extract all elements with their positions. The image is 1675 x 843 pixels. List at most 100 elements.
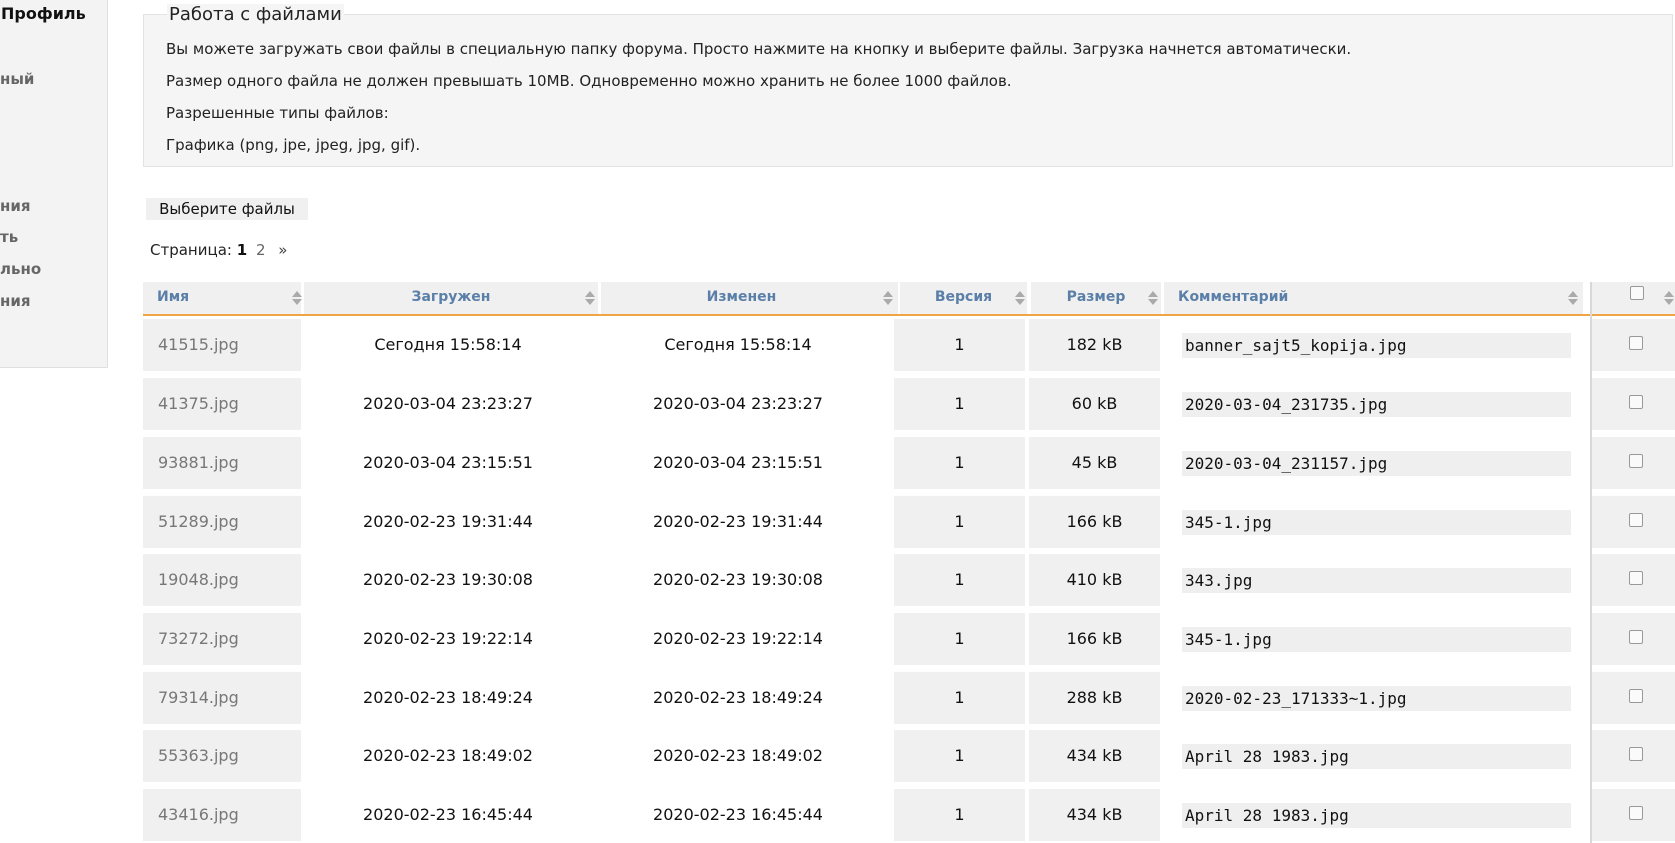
file-name[interactable]: 41375.jpg <box>143 378 301 430</box>
sort-icon <box>1148 291 1158 305</box>
uploaded-date: 2020-03-04 23:23:27 <box>304 378 592 430</box>
table-row: 41515.jpg Сегодня 15:58:14 Сегодня 15:58… <box>143 317 1675 373</box>
file-version: 1 <box>894 437 1025 489</box>
sidebar-item[interactable]: ный <box>0 70 34 88</box>
file-name[interactable]: 79314.jpg <box>143 672 301 724</box>
file-size: 410 kB <box>1029 554 1160 606</box>
modified-date: 2020-02-23 18:49:02 <box>592 730 884 782</box>
modified-date: 2020-02-23 16:45:44 <box>592 789 884 841</box>
current-page: 1 <box>236 241 248 259</box>
file-size: 182 kB <box>1029 319 1160 371</box>
file-name[interactable]: 19048.jpg <box>143 554 301 606</box>
column-header-version[interactable]: Версия <box>900 282 1027 314</box>
next-page-link[interactable]: » <box>278 241 287 259</box>
column-label: Загружен <box>411 289 491 305</box>
column-label: Размер <box>1066 289 1126 305</box>
row-checkbox[interactable] <box>1629 395 1643 409</box>
row-checkbox[interactable] <box>1629 806 1643 820</box>
file-name[interactable]: 51289.jpg <box>143 496 301 548</box>
table-row: 19048.jpg 2020-02-23 19:30:08 2020-02-23… <box>143 552 1675 608</box>
sort-icon <box>1568 291 1578 305</box>
pagination-label: Страница: <box>150 241 232 259</box>
uploaded-date: 2020-02-23 19:31:44 <box>304 496 592 548</box>
sidebar-item[interactable]: ния <box>0 292 31 310</box>
file-size: 45 kB <box>1029 437 1160 489</box>
uploaded-date: 2020-02-23 18:49:24 <box>304 672 592 724</box>
select-cell <box>1591 554 1675 606</box>
select-cell <box>1591 789 1675 841</box>
table-row: 79314.jpg 2020-02-23 18:49:24 2020-02-23… <box>143 670 1675 726</box>
sort-icon <box>1015 291 1025 305</box>
comment-field[interactable]: banner_sajt5_kopija.jpg <box>1182 333 1571 358</box>
select-cell <box>1591 613 1675 665</box>
table-row: 73272.jpg 2020-02-23 19:22:14 2020-02-23… <box>143 611 1675 667</box>
file-name[interactable]: 41515.jpg <box>143 319 301 371</box>
comment-cell: 345-1.jpg <box>1163 613 1573 665</box>
file-name[interactable]: 93881.jpg <box>143 437 301 489</box>
sort-icon <box>883 291 893 305</box>
column-header-comment[interactable]: Комментарий <box>1164 282 1583 314</box>
comment-field[interactable]: 2020-03-04_231157.jpg <box>1182 451 1571 476</box>
select-cell <box>1591 672 1675 724</box>
sidebar-item[interactable]: ния <box>0 197 31 215</box>
column-label: Версия <box>934 289 993 305</box>
select-cell <box>1591 730 1675 782</box>
select-cell <box>1591 437 1675 489</box>
row-checkbox[interactable] <box>1629 747 1643 761</box>
select-cell <box>1591 378 1675 430</box>
info-text: Размер одного файла не должен превышать … <box>166 72 1012 90</box>
uploaded-date: 2020-02-23 19:30:08 <box>304 554 592 606</box>
row-checkbox[interactable] <box>1629 454 1643 468</box>
column-label: Изменен <box>706 289 777 305</box>
row-checkbox[interactable] <box>1629 513 1643 527</box>
comment-field[interactable]: 2020-03-04_231735.jpg <box>1182 392 1571 417</box>
comment-cell: 2020-03-04_231157.jpg <box>1163 437 1573 489</box>
modified-date: 2020-02-23 19:30:08 <box>592 554 884 606</box>
choose-files-button[interactable]: Выберите файлы <box>146 198 308 220</box>
file-version: 1 <box>894 730 1025 782</box>
page-link[interactable]: 2 <box>256 241 266 259</box>
comment-field[interactable]: 2020-02-23_171333~1.jpg <box>1182 686 1571 711</box>
select-all-checkbox[interactable] <box>1630 286 1644 300</box>
modified-date: 2020-02-23 19:22:14 <box>592 613 884 665</box>
table-row: 41375.jpg 2020-03-04 23:23:27 2020-03-04… <box>143 376 1675 432</box>
sidebar-item[interactable]: льно <box>0 260 41 278</box>
comment-field[interactable]: 345-1.jpg <box>1182 627 1571 652</box>
file-name[interactable]: 73272.jpg <box>143 613 301 665</box>
file-size: 434 kB <box>1029 730 1160 782</box>
comment-field[interactable]: April 28 1983.jpg <box>1182 744 1571 769</box>
uploaded-date: 2020-02-23 16:45:44 <box>304 789 592 841</box>
file-size: 166 kB <box>1029 613 1160 665</box>
row-checkbox[interactable] <box>1629 336 1643 350</box>
column-header-name[interactable]: Имя <box>143 282 302 314</box>
column-label: Комментарий <box>1178 289 1289 305</box>
file-size: 288 kB <box>1029 672 1160 724</box>
row-checkbox[interactable] <box>1629 630 1643 644</box>
modified-date: 2020-02-23 18:49:24 <box>592 672 884 724</box>
table-row: 51289.jpg 2020-02-23 19:31:44 2020-02-23… <box>143 494 1675 550</box>
comment-cell: 345-1.jpg <box>1163 496 1573 548</box>
file-name[interactable]: 43416.jpg <box>143 789 301 841</box>
sort-icon <box>585 291 595 305</box>
sort-icon <box>292 291 302 305</box>
files-table-header: Имя Загружен Изменен Версия Размер Комме… <box>143 282 1675 316</box>
comment-field[interactable]: 345-1.jpg <box>1182 510 1571 535</box>
file-version: 1 <box>894 789 1025 841</box>
row-checkbox[interactable] <box>1629 689 1643 703</box>
table-row: 43416.jpg 2020-02-23 16:45:44 2020-02-23… <box>143 787 1675 843</box>
file-name[interactable]: 55363.jpg <box>143 730 301 782</box>
comment-field[interactable]: 343.jpg <box>1182 568 1571 593</box>
row-checkbox[interactable] <box>1629 571 1643 585</box>
modified-date: 2020-02-23 19:31:44 <box>592 496 884 548</box>
column-header-size[interactable]: Размер <box>1031 282 1161 314</box>
file-size: 434 kB <box>1029 789 1160 841</box>
sidebar-item[interactable]: ть <box>0 228 18 246</box>
modified-date: 2020-03-04 23:15:51 <box>592 437 884 489</box>
uploaded-date: 2020-02-23 19:22:14 <box>304 613 592 665</box>
comment-field[interactable]: April 28 1983.jpg <box>1182 803 1571 828</box>
modified-date: Сегодня 15:58:14 <box>592 319 884 371</box>
column-header-uploaded[interactable]: Загружен <box>304 282 598 314</box>
column-header-modified[interactable]: Изменен <box>601 282 898 314</box>
sort-icon <box>1664 291 1674 305</box>
column-label: Имя <box>157 289 190 305</box>
